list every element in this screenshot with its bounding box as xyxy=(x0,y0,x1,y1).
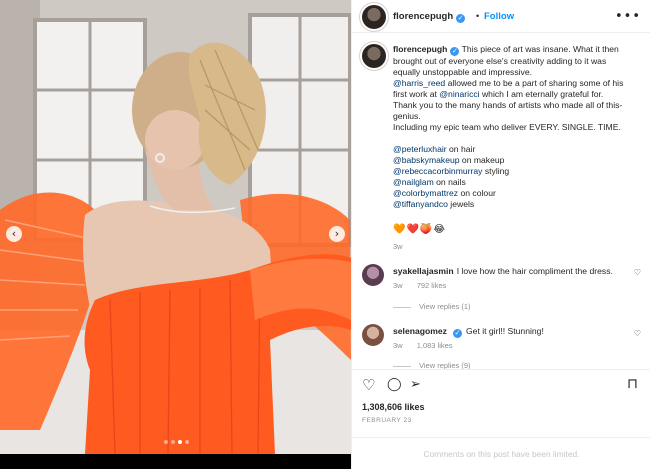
header-separator: • xyxy=(476,11,480,21)
mention-link[interactable]: @ninaricci xyxy=(439,89,479,99)
carousel-dot xyxy=(164,440,168,444)
post-actions-bar: ♡ ◯ ➢ ⊓ xyxy=(352,369,650,399)
post-date[interactable]: FEBRUARY 23 xyxy=(362,417,412,424)
caption-text: This piece of art was insane. What it th… xyxy=(461,44,619,54)
caption-emojis: 🧡❤️🍑😂 xyxy=(393,224,447,235)
mention-link[interactable]: @peterluxhair xyxy=(393,144,447,154)
caption-text: on hair xyxy=(446,144,476,154)
caption-author-avatar[interactable] xyxy=(362,44,386,68)
author-avatar[interactable] xyxy=(362,5,386,29)
follow-button[interactable]: Follow xyxy=(484,11,514,22)
caption-text: brought out of everyone else's creativit… xyxy=(393,56,607,66)
caption-text: genius. xyxy=(393,111,421,121)
caption-text: jewels xyxy=(447,199,475,209)
caption-text: first work at xyxy=(393,89,440,99)
mention-link[interactable]: @harris_reed xyxy=(393,78,445,88)
comment-meta: 3w 1,083 likes xyxy=(393,341,453,350)
comment-text: Get it girl!! Stunning! xyxy=(465,326,544,336)
caption-text: equally unstoppable and impressive. xyxy=(393,67,533,77)
verified-badge-icon: ✓ xyxy=(450,47,460,56)
save-bookmark-icon[interactable]: ⊓ xyxy=(627,376,638,392)
comment-timestamp[interactable]: 3w xyxy=(393,281,403,290)
chevron-right-icon: › xyxy=(334,227,340,240)
replies-divider xyxy=(393,365,411,367)
caption-text: on nails xyxy=(433,177,466,187)
comments-limited-notice: Comments on this post have been limited. xyxy=(352,437,650,469)
comment-bubble-icon[interactable]: ◯ xyxy=(387,377,402,392)
replies-divider xyxy=(393,306,411,308)
author-username[interactable]: florencepugh ✓ xyxy=(393,11,466,23)
carousel-dot-active xyxy=(178,440,182,444)
share-paper-plane-icon[interactable]: ➢ xyxy=(410,377,421,392)
view-replies-button[interactable]: View replies (1) xyxy=(393,302,471,311)
comment: selenagomez ✓ Get it girl!! Stunning! xyxy=(393,326,623,338)
commenter-avatar[interactable] xyxy=(362,264,384,286)
caption-text: which I am eternally grateful for. xyxy=(479,89,604,99)
carousel-indicator xyxy=(164,440,189,444)
verified-badge-icon: ✓ xyxy=(456,14,466,23)
verified-badge-icon: ✓ xyxy=(452,329,462,338)
chevron-left-icon: ‹ xyxy=(11,227,17,240)
caption-text: styling xyxy=(482,166,510,176)
photo-illustration xyxy=(0,0,351,454)
post-header: florencepugh ✓ • Follow ••• xyxy=(352,0,650,33)
caption-username[interactable]: florencepugh xyxy=(393,44,447,54)
carousel-dot xyxy=(171,440,175,444)
previous-photo-button[interactable]: ‹ xyxy=(6,226,22,242)
next-photo-button[interactable]: › xyxy=(329,226,345,242)
comment-like-heart-icon[interactable]: ♡ xyxy=(634,268,641,277)
comment-username[interactable]: syakellajasmin xyxy=(393,266,454,276)
mention-link[interactable]: @tiffanyandco xyxy=(393,199,448,209)
comment-likes[interactable]: 792 likes xyxy=(417,281,447,290)
mention-link[interactable]: @babskymakeup xyxy=(393,155,460,165)
caption-text: Including my epic team who deliver EVERY… xyxy=(393,122,621,132)
commenter-avatar[interactable] xyxy=(362,324,384,346)
caption-text: on makeup xyxy=(459,155,505,165)
comments-list[interactable]: florencepugh ✓ This piece of art was insa… xyxy=(352,34,650,369)
caption-text: on colour xyxy=(458,188,496,198)
view-replies-label[interactable]: View replies (9) xyxy=(419,361,471,369)
more-options-icon[interactable]: ••• xyxy=(615,9,641,24)
author-username-text[interactable]: florencepugh xyxy=(393,11,453,22)
post-caption: florencepugh ✓ This piece of art was insa… xyxy=(393,44,641,210)
like-heart-icon[interactable]: ♡ xyxy=(362,376,375,394)
comment-timestamp[interactable]: 3w xyxy=(393,341,403,350)
mention-link[interactable]: @nailglam xyxy=(393,177,434,187)
view-replies-button[interactable]: View replies (9) xyxy=(393,361,471,369)
comment-text: I love how the hair compliment the dress… xyxy=(456,266,613,276)
post-media[interactable]: ‹ › xyxy=(0,0,351,469)
comment-likes[interactable]: 1,083 likes xyxy=(417,341,453,350)
comment: syakellajasmin I love how the hair compli… xyxy=(393,266,623,276)
caption-text: Thank you to the many hands of artists w… xyxy=(393,100,623,110)
carousel-dot xyxy=(185,440,189,444)
view-replies-label[interactable]: View replies (1) xyxy=(419,302,471,311)
media-bottom-bar xyxy=(0,454,351,469)
likes-count[interactable]: 1,308,606 likes xyxy=(362,402,425,412)
caption-timestamp[interactable]: 3w xyxy=(393,242,403,251)
mention-link[interactable]: @colorbymattrez xyxy=(393,188,458,198)
comment-username[interactable]: selenagomez xyxy=(393,326,447,336)
post-photo xyxy=(0,0,351,454)
post-details-panel: florencepugh ✓ • Follow ••• florencepugh ✓… xyxy=(351,0,650,469)
comment-meta: 3w 792 likes xyxy=(393,281,446,290)
caption-text: allowed me to be a part of sharing some … xyxy=(445,78,624,88)
mention-link[interactable]: @rebeccacorbinmurray xyxy=(393,166,482,176)
comment-like-heart-icon[interactable]: ♡ xyxy=(634,329,641,338)
